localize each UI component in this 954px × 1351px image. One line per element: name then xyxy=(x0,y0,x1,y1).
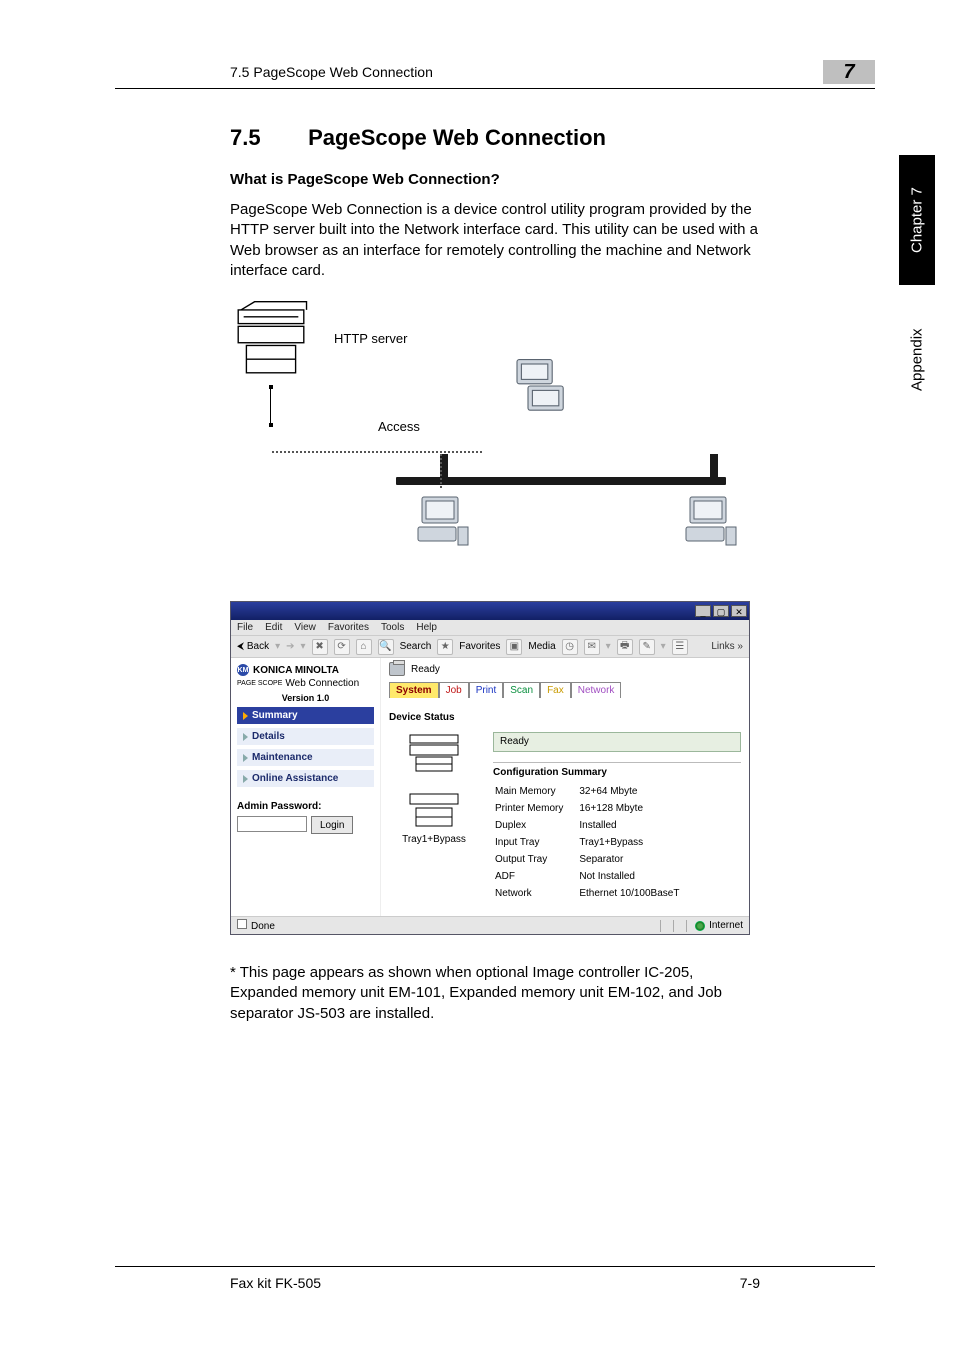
print-icon[interactable]: 🖶 xyxy=(617,639,633,655)
forward-button[interactable]: ➔ xyxy=(286,641,294,652)
device-status-heading: Device Status xyxy=(389,712,741,723)
copier-icon xyxy=(230,299,312,381)
stop-icon[interactable]: ✖ xyxy=(312,639,328,655)
printer-status-text: Ready xyxy=(411,664,440,675)
refresh-icon[interactable]: ⟳ xyxy=(334,639,350,655)
internet-zone-icon xyxy=(695,921,705,931)
minimize-icon[interactable]: _ xyxy=(695,605,711,617)
subheading: What is PageScope Web Connection? xyxy=(230,171,760,188)
runhead-pagesec: 7 xyxy=(823,60,875,84)
chapter-tab: Chapter 7 xyxy=(899,155,935,285)
workstation-icon-1 xyxy=(414,493,472,551)
search-icon[interactable]: 🔍 xyxy=(378,639,394,655)
tab-print[interactable]: Print xyxy=(469,682,504,698)
footer-left: Fax kit FK-505 xyxy=(230,1275,321,1291)
admin-password-label: Admin Password: xyxy=(237,801,374,812)
workstation-icon-2 xyxy=(682,493,740,551)
tab-system[interactable]: System xyxy=(389,682,439,698)
login-button[interactable]: Login xyxy=(311,816,353,834)
intro-paragraph: PageScope Web Connection is a device con… xyxy=(230,200,760,281)
tab-fax[interactable]: Fax xyxy=(540,682,571,698)
admin-password-input[interactable] xyxy=(237,816,307,832)
lan-stub-2 xyxy=(710,454,718,478)
section-title: PageScope Web Connection xyxy=(308,125,606,150)
favorites-label[interactable]: Favorites xyxy=(459,641,500,652)
nav-details[interactable]: Details xyxy=(237,728,374,745)
section-heading: 7.5 PageScope Web Connection xyxy=(230,125,760,151)
dotted-connector xyxy=(272,451,482,453)
menu-tools[interactable]: Tools xyxy=(381,622,404,633)
section-number: 7.5 xyxy=(230,125,302,151)
footnote: * This page appears as shown when option… xyxy=(230,963,760,1024)
tab-scan[interactable]: Scan xyxy=(503,682,540,698)
status-done: Done xyxy=(251,921,275,932)
status-zone: Internet xyxy=(709,920,743,931)
toolbar: ⮜ Back ▾ ➔ ▾ ✖ ⟳ ⌂ 🔍Search ★Favorites ▣M… xyxy=(231,636,749,658)
config-summary-title: Configuration Summary xyxy=(493,767,741,778)
ready-field xyxy=(493,732,741,752)
menu-bar: File Edit View Favorites Tools Help xyxy=(231,620,749,636)
home-icon[interactable]: ⌂ xyxy=(356,639,372,655)
titlebar: _ ▢ ✕ xyxy=(231,602,749,620)
favorites-icon[interactable]: ★ xyxy=(437,639,453,655)
status-bar: Done Internet xyxy=(231,916,749,934)
brand-logo: KMKONICA MINOLTA xyxy=(237,664,374,676)
search-label[interactable]: Search xyxy=(400,641,432,652)
nav-maintenance[interactable]: Maintenance xyxy=(237,749,374,766)
access-label: Access xyxy=(378,419,420,434)
menu-view[interactable]: View xyxy=(294,622,316,633)
close-icon[interactable]: ✕ xyxy=(731,605,747,617)
version-label: Version 1.0 xyxy=(237,693,374,703)
history-icon[interactable]: ◷ xyxy=(562,639,578,655)
tab-strip: System Job Print Scan Fax Network xyxy=(389,682,741,698)
menu-help[interactable]: Help xyxy=(416,622,437,633)
menu-favorites[interactable]: Favorites xyxy=(328,622,369,633)
back-button[interactable]: ⮜ Back xyxy=(237,641,269,652)
http-server-label: HTTP server xyxy=(334,331,407,346)
tab-job[interactable]: Job xyxy=(439,682,469,698)
running-header: 7.5 PageScope Web Connection 7 xyxy=(115,60,875,89)
links-label[interactable]: Links » xyxy=(711,641,743,652)
left-panel: KMKONICA MINOLTA PAGE SCOPE Web Connecti… xyxy=(231,658,381,916)
footer-right: 7-9 xyxy=(740,1275,760,1291)
device-image xyxy=(389,731,479,791)
dotted-drop xyxy=(440,454,442,488)
right-panel: Ready System Job Print Scan Fax Network … xyxy=(381,658,749,916)
pc-cluster-icon xyxy=(506,353,572,419)
lan-bus xyxy=(396,477,726,485)
menu-edit[interactable]: Edit xyxy=(265,622,282,633)
media-icon[interactable]: ▣ xyxy=(506,639,522,655)
config-summary-table: Main Memory32+64 Mbyte Printer Memory16+… xyxy=(493,782,681,903)
subbrand: PAGE SCOPE Web Connection xyxy=(237,678,374,689)
page-footer: Fax kit FK-505 7-9 xyxy=(115,1266,875,1291)
edit-icon[interactable]: ✎ xyxy=(639,639,655,655)
mail-icon[interactable]: ✉ xyxy=(584,639,600,655)
nav-summary[interactable]: Summary xyxy=(237,707,374,724)
vertical-connector xyxy=(270,385,271,427)
nav-online-assistance[interactable]: Online Assistance xyxy=(237,770,374,787)
appendix-tab: Appendix xyxy=(899,295,935,425)
media-label[interactable]: Media xyxy=(528,641,555,652)
discuss-icon[interactable]: ☰ xyxy=(672,639,688,655)
maximize-icon[interactable]: ▢ xyxy=(713,605,729,617)
tab-network[interactable]: Network xyxy=(571,682,622,698)
runhead-title: 7.5 PageScope Web Connection xyxy=(115,64,433,80)
menu-file[interactable]: File xyxy=(237,622,253,633)
printer-status-icon xyxy=(389,662,405,676)
browser-window: _ ▢ ✕ File Edit View Favorites Tools Hel… xyxy=(230,601,750,935)
tray-caption: Tray1+Bypass xyxy=(402,834,466,845)
network-diagram: HTTP server Access xyxy=(230,299,750,579)
